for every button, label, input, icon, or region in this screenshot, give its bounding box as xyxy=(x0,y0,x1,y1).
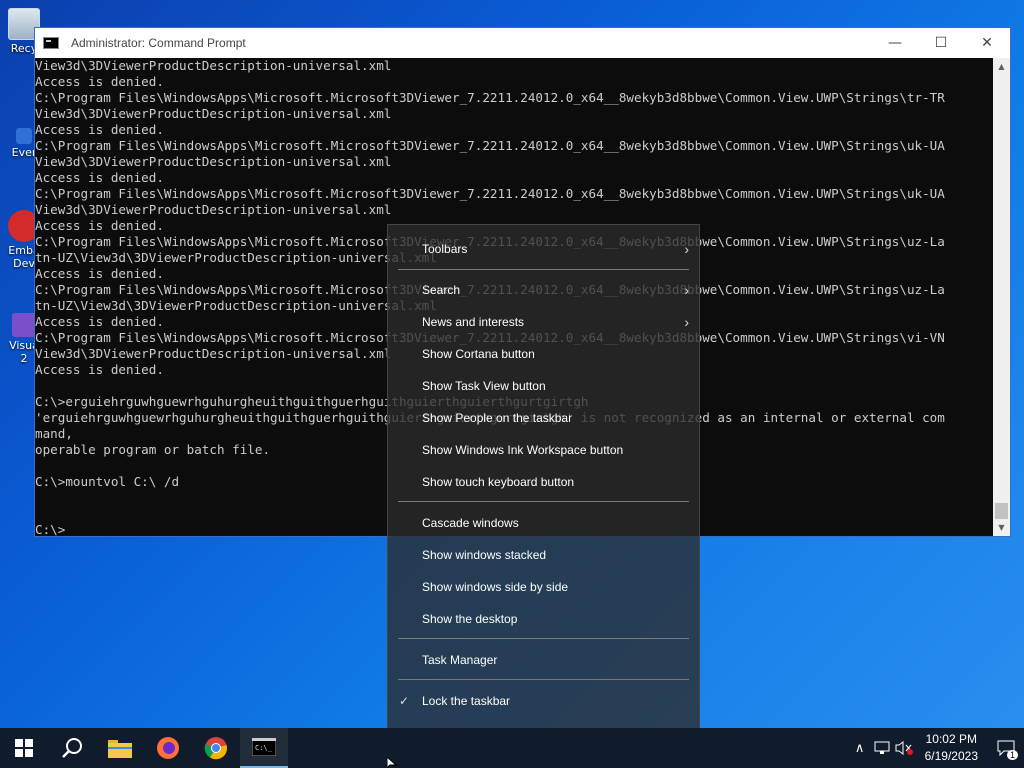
minimize-button[interactable]: — xyxy=(872,28,918,58)
menu-item-show-the-desktop[interactable]: Show the desktop xyxy=(388,603,699,635)
menu-item-label: Show Task View button xyxy=(422,379,546,393)
command-prompt-icon: C:\_ xyxy=(252,738,276,756)
menu-separator xyxy=(398,269,689,270)
window-titlebar[interactable]: Administrator: Command Prompt — ☐ ✕ xyxy=(35,28,1010,58)
console-line: C:\Program Files\WindowsApps\Microsoft.M… xyxy=(35,186,945,201)
checkmark-icon: ✓ xyxy=(399,694,410,708)
menu-item-search[interactable]: Search › xyxy=(388,274,699,306)
command-prompt-taskbar-button[interactable]: C:\_ xyxy=(240,728,288,768)
menu-item-cascade-windows[interactable]: Cascade windows xyxy=(388,507,699,539)
menu-item-label: Toolbars xyxy=(422,242,468,256)
mouse-cursor-icon xyxy=(387,757,397,768)
scroll-down-arrow-icon[interactable]: ▼ xyxy=(993,519,1010,536)
menu-item-label: Search xyxy=(422,283,461,297)
menu-item-label: Cascade windows xyxy=(422,516,519,530)
menu-item-show-people-on-the-taskbar[interactable]: Show People on the taskbar xyxy=(388,402,699,434)
chrome-icon xyxy=(204,737,228,760)
menu-item-label: Show touch keyboard button xyxy=(422,475,575,489)
svg-text:C:\_: C:\_ xyxy=(255,744,273,752)
menu-item-label: Show the desktop xyxy=(422,612,518,626)
clock-date: 6/19/2023 xyxy=(924,749,978,763)
menu-item-task-manager[interactable]: Task Manager xyxy=(388,644,699,676)
scroll-up-arrow-icon[interactable]: ▲ xyxy=(993,58,1010,75)
console-line: C:\Program Files\WindowsApps\Microsoft.M… xyxy=(35,138,945,153)
command-prompt-icon xyxy=(43,37,59,49)
search-icon xyxy=(62,738,82,758)
console-line: View3d\3DViewerProductDescription-univer… xyxy=(35,58,392,73)
file-explorer-button[interactable] xyxy=(96,728,144,768)
console-line: Access is denied. xyxy=(35,122,164,137)
clock-time: 10:02 PM xyxy=(925,732,977,746)
menu-item-show-windows-side-by-side[interactable]: Show windows side by side xyxy=(388,571,699,603)
chevron-right-icon: › xyxy=(684,241,689,257)
taskbar: C:\_ ∧ 10:02 PM 6/19/2023 1 xyxy=(0,728,1024,768)
menu-item-label: Task Manager xyxy=(422,653,498,667)
search-button[interactable] xyxy=(48,728,96,768)
menu-item-show-cortana-button[interactable]: Show Cortana button xyxy=(388,338,699,370)
menu-item-label: Show People on the taskbar xyxy=(422,411,573,425)
notification-count-badge: 1 xyxy=(1006,750,1018,760)
menu-item-label: News and interests xyxy=(422,315,525,329)
chevron-up-icon[interactable]: ∧ xyxy=(849,728,871,768)
clock[interactable]: 10:02 PM 6/19/2023 xyxy=(925,731,978,765)
console-line: C:\Program Files\WindowsApps\Microsoft.M… xyxy=(35,90,945,105)
taskbar-context-menu: Toolbars › Search › News and interests › Show … xyxy=(387,224,700,757)
menu-item-show-task-view-button[interactable]: Show Task View button xyxy=(388,370,699,402)
start-button[interactable] xyxy=(0,728,48,768)
firefox-button[interactable] xyxy=(144,728,192,768)
console-line: Access is denied. xyxy=(35,74,164,89)
console-line: View3d\3DViewerProductDescription-univer… xyxy=(35,202,392,217)
menu-item-label: Show windows side by side xyxy=(422,580,569,594)
menu-item-news-and-interests[interactable]: News and interests › xyxy=(388,306,699,338)
scrollbar-thumb[interactable] xyxy=(995,503,1008,519)
menu-item-show-windows-ink-workspace-button[interactable]: Show Windows Ink Workspace button xyxy=(388,434,699,466)
menu-item-label: Show Windows Ink Workspace button xyxy=(422,443,624,457)
network-icon[interactable] xyxy=(871,728,893,768)
visual-studio-icon xyxy=(12,313,36,337)
file-explorer-icon xyxy=(108,740,132,758)
menu-item-lock-the-taskbar[interactable]: ✓ Lock the taskbar xyxy=(388,685,699,717)
console-line: Access is denied. xyxy=(35,170,164,185)
chevron-right-icon: › xyxy=(684,314,689,330)
menu-item-label: Show windows stacked xyxy=(422,548,547,562)
chevron-right-icon: › xyxy=(684,282,689,298)
console-line: View3d\3DViewerProductDescription-univer… xyxy=(35,154,392,169)
notifications-button[interactable]: 1 xyxy=(988,728,1024,768)
system-tray: ∧ 10:02 PM 6/19/2023 1 xyxy=(849,728,1024,768)
start-icon xyxy=(15,739,33,757)
window-title: Administrator: Command Prompt xyxy=(71,36,246,50)
menu-item-label: Show Cortana button xyxy=(422,347,535,361)
menu-item-show-touch-keyboard-button[interactable]: Show touch keyboard button xyxy=(388,466,699,498)
app-shortcut-icon xyxy=(16,128,32,144)
vertical-scrollbar[interactable]: ▲ ▼ xyxy=(993,58,1010,536)
menu-separator xyxy=(398,679,689,680)
console-line: View3d\3DViewerProductDescription-univer… xyxy=(35,106,392,121)
firefox-icon xyxy=(157,737,179,759)
menu-item-toolbars[interactable]: Toolbars › xyxy=(388,233,699,265)
volume-muted-icon[interactable] xyxy=(893,728,915,768)
chrome-button[interactable] xyxy=(192,728,240,768)
maximize-button[interactable]: ☐ xyxy=(918,28,964,58)
close-button[interactable]: ✕ xyxy=(964,28,1010,58)
menu-separator xyxy=(398,501,689,502)
menu-item-show-windows-stacked[interactable]: Show windows stacked xyxy=(388,539,699,571)
menu-separator xyxy=(398,638,689,639)
menu-item-label: Lock the taskbar xyxy=(422,694,511,708)
